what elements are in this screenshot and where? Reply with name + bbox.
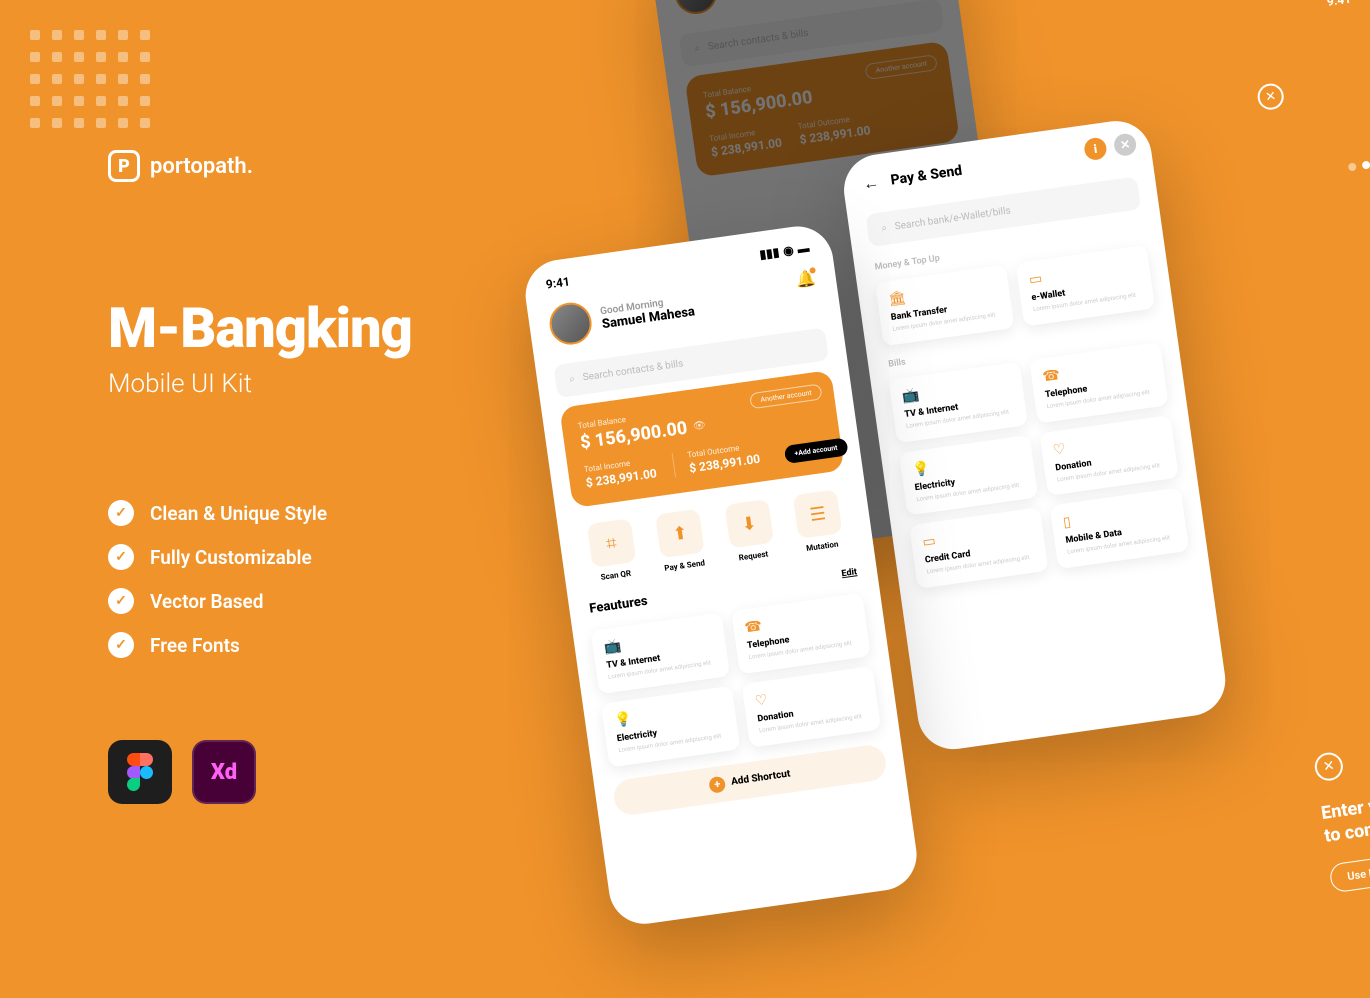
phone-mockup-paysend: i ✕ ← Pay & Send ⌕Search bank/e-Wallet/b… <box>839 116 1229 753</box>
action-scan-qr[interactable]: ⌗Scan QR <box>578 517 647 584</box>
action-pay-send[interactable]: ⬆Pay & Send <box>647 507 716 574</box>
avatar[interactable] <box>547 300 594 347</box>
features-heading: Feautures <box>589 594 649 617</box>
page-title: Pay & Send <box>890 163 963 189</box>
figma-badge <box>108 740 172 804</box>
eye-off-icon[interactable]: 👁 <box>692 420 706 433</box>
card-donation[interactable]: ♡DonationLorem ipsum dolor amet adipisci… <box>1039 415 1179 497</box>
subtitle: Mobile UI Kit <box>108 369 412 399</box>
title: M-Bangking <box>108 295 412 361</box>
card-ewallet[interactable]: ▭e-WalletLorem ipsum dolor amet adipisci… <box>1016 245 1156 327</box>
brand-name: portopath. <box>150 154 253 179</box>
info-icon[interactable]: i <box>1083 136 1108 161</box>
check-icon: ✓ <box>108 500 134 526</box>
list-icon: ☰ <box>793 489 843 539</box>
card-bank-transfer[interactable]: 🏛Bank TransferLorem ipsum dolor amet adi… <box>875 265 1015 347</box>
request-icon: ⬇ <box>724 499 774 549</box>
card-mobile-data[interactable]: ▯Mobile & DataLorem ipsum dolor amet adi… <box>1050 488 1190 570</box>
card-telephone[interactable]: ☎TelephoneLorem ipsum dolor amet adipisc… <box>1029 342 1169 424</box>
bullet-item: ✓Free Fonts <box>108 632 327 658</box>
action-request[interactable]: ⬇Request <box>715 498 784 565</box>
page-dots <box>1348 159 1370 172</box>
decorative-dots <box>30 30 150 128</box>
action-mutation[interactable]: ☰Mutation <box>784 488 853 555</box>
xd-icon: Xd <box>211 760 237 785</box>
signal-icon: ▮▮▮ <box>759 245 781 262</box>
avatar <box>672 0 719 17</box>
feature-bullets: ✓Clean & Unique Style ✓Fully Customizabl… <box>108 500 327 658</box>
close-icon[interactable]: ✕ <box>1113 132 1138 157</box>
battery-icon: ▬ <box>797 241 811 257</box>
card-electricity[interactable]: 💡ElectricityLorem ipsum dolor amet adipi… <box>899 434 1039 516</box>
figma-icon <box>127 753 153 791</box>
search-icon: ⌕ <box>881 223 888 235</box>
card-credit-card[interactable]: ▭Credit CardLorem ipsum dolor amet adipi… <box>909 508 1049 590</box>
qr-icon: ⌗ <box>586 518 636 568</box>
logo-icon: P <box>108 150 140 182</box>
feature-telephone[interactable]: ☎TelephoneLorem ipsum dolor amet adipisc… <box>731 593 871 675</box>
pin-heading: Enter your PINto confirm payment <box>1319 780 1370 848</box>
xd-badge: Xd <box>192 740 256 804</box>
check-icon: ✓ <box>108 544 134 570</box>
close-icon[interactable]: ✕ <box>1256 82 1285 111</box>
feature-donation[interactable]: ♡DonationLorem ipsum dolor amet adipisci… <box>741 666 881 748</box>
send-icon: ⬆ <box>655 509 705 559</box>
brand-logo: P portopath. <box>108 150 253 182</box>
edit-button[interactable]: Edit <box>841 567 858 579</box>
feature-electricity[interactable]: 💡ElectricityLorem ipsum dolor amet adipi… <box>601 686 741 768</box>
headline: M-Bangking Mobile UI Kit <box>108 295 412 399</box>
check-icon: ✓ <box>108 632 134 658</box>
feature-tv-internet[interactable]: 📺TV & InternetLorem ipsum dolor amet adi… <box>591 612 731 694</box>
wifi-icon: ◉ <box>782 243 794 258</box>
bullet-item: ✓Fully Customizable <box>108 544 327 570</box>
search-icon: ⌕ <box>694 43 701 55</box>
bullet-item: ✓Vector Based <box>108 588 327 614</box>
close-icon[interactable]: ✕ <box>1313 751 1345 783</box>
time: 9:41 <box>1326 0 1352 9</box>
app-badges: Xd <box>108 740 256 804</box>
bullet-item: ✓Clean & Unique Style <box>108 500 327 526</box>
search-icon: ⌕ <box>569 374 576 386</box>
card-tv-internet[interactable]: 📺TV & InternetLorem ipsum dolor amet adi… <box>889 361 1029 443</box>
notification-bell-icon[interactable]: 🔔 <box>795 268 817 290</box>
plus-icon: + <box>708 775 726 793</box>
use-password-button[interactable]: Use Password <box>1328 850 1370 893</box>
time: 9:41 <box>545 274 571 291</box>
check-icon: ✓ <box>108 588 134 614</box>
back-icon[interactable]: ← <box>862 172 881 194</box>
